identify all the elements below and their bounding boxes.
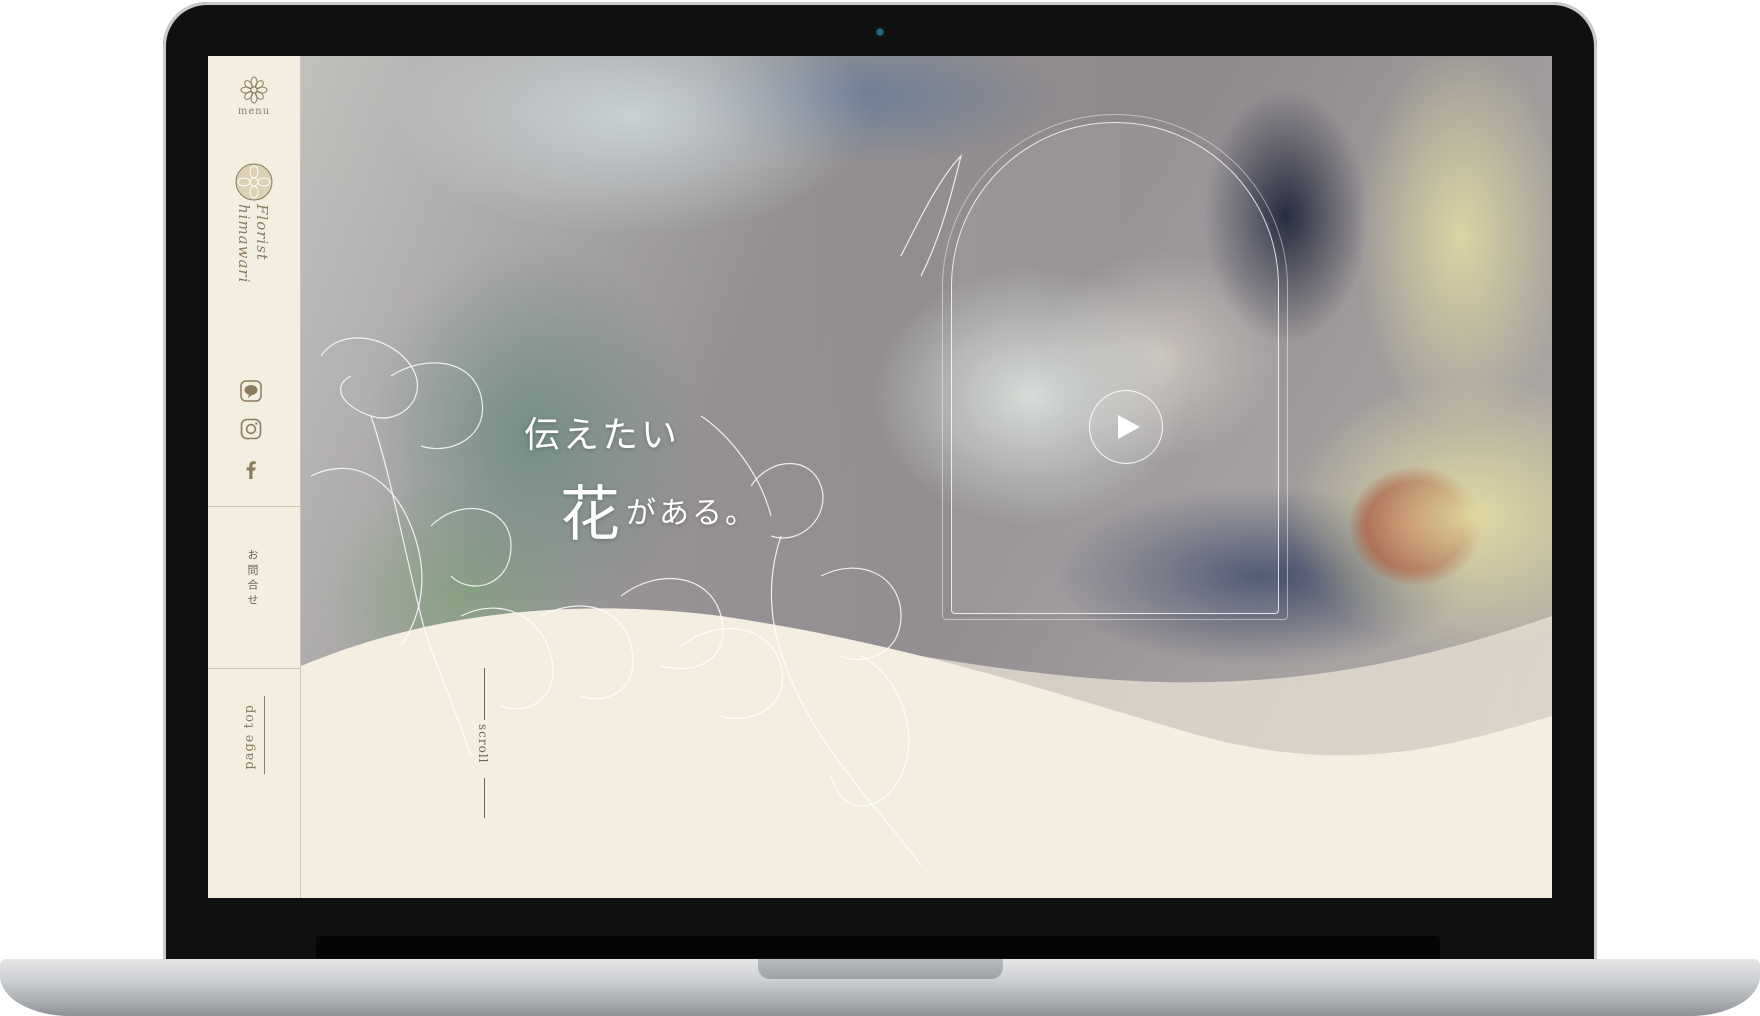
facebook-icon[interactable] xyxy=(240,458,262,480)
sidebar-divider xyxy=(208,506,301,507)
instagram-icon[interactable] xyxy=(240,418,262,440)
menu-label: menu xyxy=(237,106,271,117)
page-top-button[interactable]: page top xyxy=(240,696,268,776)
arch-frame xyxy=(951,122,1279,614)
scroll-line-top xyxy=(484,668,485,720)
play-video-button[interactable] xyxy=(1089,390,1163,464)
screen: 伝えたい 花 がある。 scroll menu Florist himawari… xyxy=(208,56,1552,898)
menu-button[interactable]: menu xyxy=(228,76,280,124)
page-top-label: page top xyxy=(242,704,257,770)
scroll-line-bottom xyxy=(484,778,485,818)
catch-copy-rest: がある。 xyxy=(626,496,758,531)
scroll-indicator[interactable]: scroll xyxy=(473,668,497,818)
camera-dot xyxy=(877,29,883,35)
logo-text[interactable]: Florist himawari xyxy=(235,204,271,334)
sidebar-divider xyxy=(208,668,301,669)
page-top-line xyxy=(264,696,265,774)
catch-copy-flower: 花 xyxy=(560,480,623,550)
line-icon[interactable] xyxy=(240,380,262,402)
laptop-notch xyxy=(758,959,1003,979)
catch-copy-line1: 伝えたい xyxy=(524,415,681,456)
bezel-bottom xyxy=(316,936,1440,958)
contact-link[interactable]: お問合せ xyxy=(244,549,260,609)
sidebar: menu Florist himawari お問合せ page top xyxy=(208,56,301,898)
logo-emblem-icon[interactable] xyxy=(234,162,274,202)
scroll-label: scroll xyxy=(476,724,490,764)
play-icon xyxy=(1118,415,1140,439)
flower-menu-icon xyxy=(240,76,268,104)
